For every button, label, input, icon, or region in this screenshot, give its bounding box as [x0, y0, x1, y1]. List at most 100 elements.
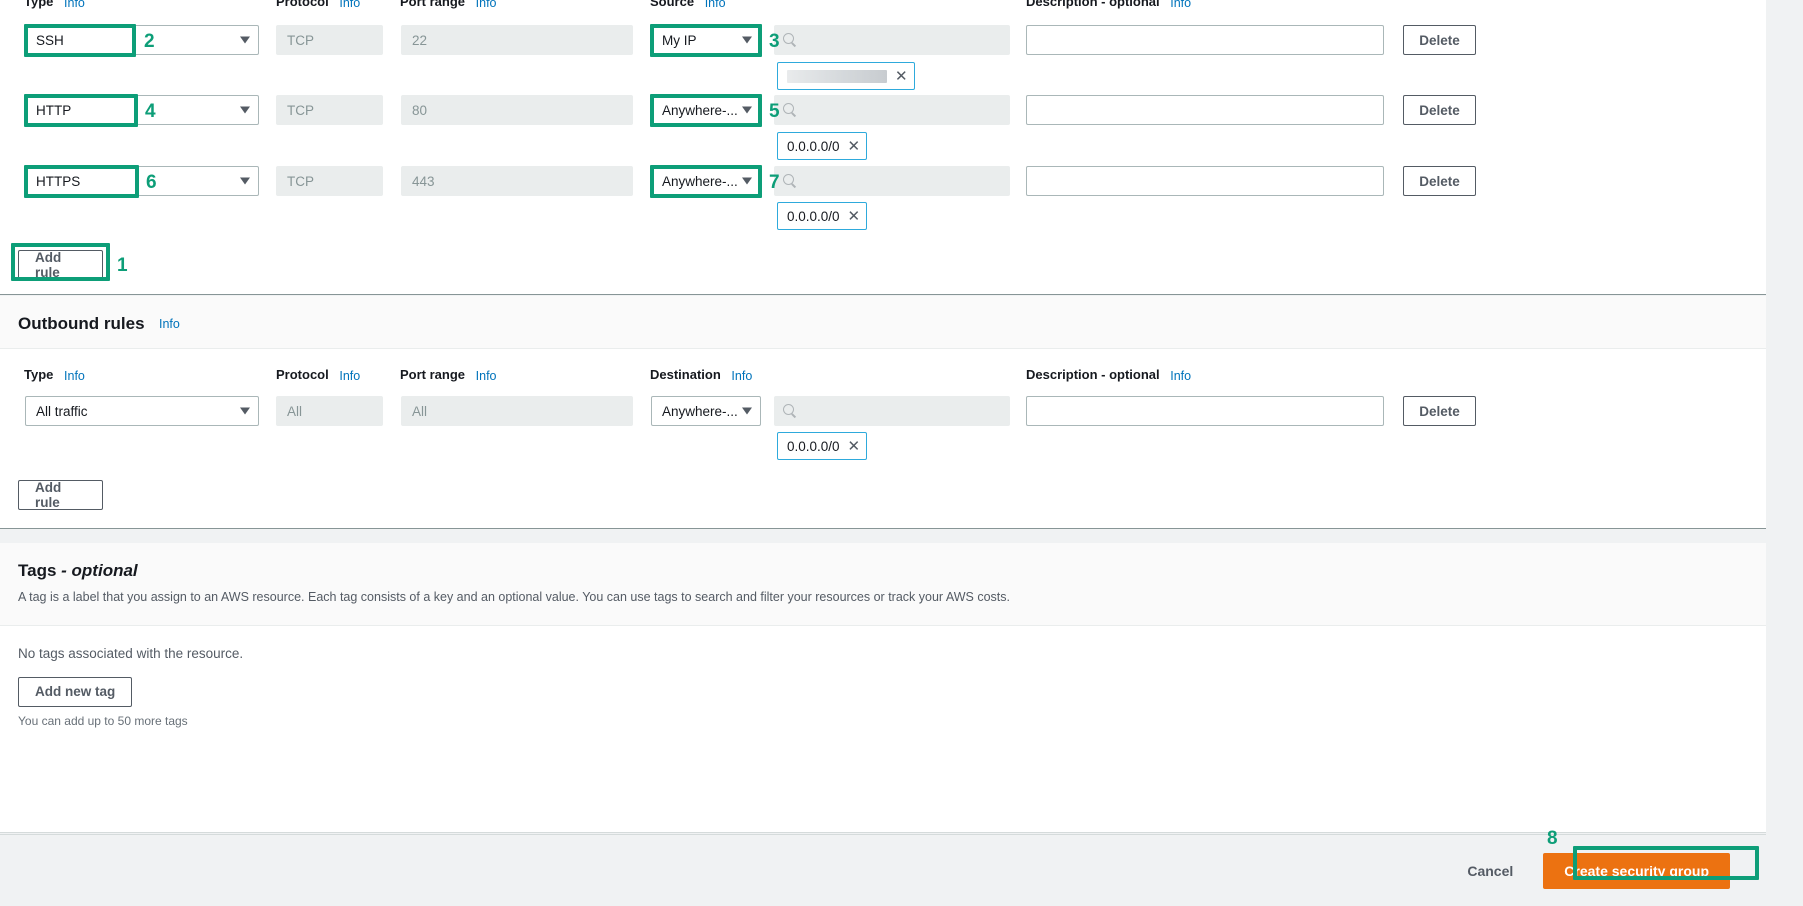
inbound-row-1-chip-value: 0.0.0.0/0: [787, 138, 840, 154]
column-label: Port range: [400, 367, 466, 382]
inbound-row-1-type-value: HTTP: [36, 102, 72, 118]
inbound-row-1-protocol-value: TCP: [287, 102, 314, 118]
column-label: Protocol: [276, 367, 329, 382]
outbound-column-header-description: Description - optional Info: [1026, 367, 1191, 383]
inbound-row-2-source-search[interactable]: [774, 166, 1010, 196]
inbound-add-rule-button[interactable]: Add rule: [18, 250, 103, 280]
info-link[interactable]: Info: [476, 0, 497, 10]
inbound-row-1-source-search[interactable]: [774, 95, 1010, 125]
column-label: Type: [24, 367, 54, 382]
column-label: Description - optional: [1026, 0, 1160, 9]
outbound-row-0-description-input[interactable]: [1026, 396, 1384, 426]
inbound-column-header-type: Type Info: [24, 0, 85, 10]
close-icon[interactable]: ✕: [848, 209, 861, 224]
tags-description: A tag is a label that you assign to an A…: [18, 590, 1010, 604]
inbound-row-0-delete-button[interactable]: Delete: [1403, 25, 1476, 55]
inbound-row-2-source-type-select[interactable]: Anywhere-...: [651, 166, 761, 196]
column-label: Description - optional: [1026, 367, 1160, 382]
inbound-row-1-delete-button[interactable]: Delete: [1403, 95, 1476, 125]
inbound-row-2-source-chip[interactable]: 0.0.0.0/0 ✕: [777, 202, 868, 230]
info-link[interactable]: Info: [64, 0, 85, 10]
redacted-ip-value: [787, 69, 887, 83]
close-icon[interactable]: ✕: [848, 439, 861, 454]
info-link[interactable]: Info: [705, 0, 726, 10]
create-security-group-page: Type Info Protocol Info Port range Info …: [0, 0, 1803, 906]
inbound-row-1-description-input[interactable]: [1026, 95, 1384, 125]
column-label: Protocol: [276, 0, 329, 9]
chevron-down-icon: [742, 36, 752, 44]
outbound-column-header-port-range: Port range Info: [400, 367, 497, 383]
column-label: Type: [24, 0, 54, 9]
delete-label: Delete: [1419, 173, 1460, 189]
inbound-column-header-description: Description - optional Info: [1026, 0, 1191, 10]
outbound-row-0-destination-type-select[interactable]: Anywhere-...: [651, 396, 761, 426]
outbound-column-header-destination: Destination Info: [650, 367, 752, 383]
inbound-row-2-description-input[interactable]: [1026, 166, 1384, 196]
delete-label: Delete: [1419, 102, 1460, 118]
add-rule-label: Add rule: [35, 480, 62, 510]
tags-panel-header: Tags - optional A tag is a label that yo…: [0, 543, 1766, 626]
inbound-row-1-source-chip[interactable]: 0.0.0.0/0 ✕: [777, 132, 868, 160]
inbound-row-1-port-range: 80: [401, 95, 633, 125]
chevron-down-icon: [742, 407, 752, 415]
outbound-row-0-delete-button[interactable]: Delete: [1403, 396, 1476, 426]
outbound-add-rule-button[interactable]: Add rule: [18, 480, 103, 510]
close-icon[interactable]: ✕: [848, 139, 861, 154]
info-link[interactable]: Info: [1170, 369, 1191, 383]
tags-empty-message: No tags associated with the resource.: [18, 645, 244, 661]
inbound-row-2-port-value: 443: [412, 173, 435, 189]
info-link[interactable]: Info: [476, 369, 497, 383]
inbound-row-0-source-type-value: My IP: [662, 32, 697, 48]
tags-title: Tags - optional: [18, 561, 138, 581]
inbound-row-1-source-type-select[interactable]: Anywhere-...: [651, 95, 761, 125]
page-footer: Cancel Create security group: [0, 834, 1766, 906]
info-link[interactable]: Info: [731, 369, 752, 383]
column-label: Source: [650, 0, 695, 9]
chevron-down-icon: [742, 106, 752, 114]
inbound-row-0-source-search[interactable]: [774, 25, 1010, 55]
search-icon: [783, 404, 797, 418]
outbound-row-0-chip-value: 0.0.0.0/0: [787, 438, 840, 454]
chevron-down-icon: [240, 36, 250, 44]
add-new-tag-label: Add new tag: [35, 684, 116, 699]
info-link[interactable]: Info: [159, 317, 180, 331]
inbound-row-2-delete-button[interactable]: Delete: [1403, 166, 1476, 196]
info-link[interactable]: Info: [339, 369, 360, 383]
column-label: Destination: [650, 367, 721, 382]
inbound-row-2-type-select[interactable]: HTTPS: [25, 166, 259, 196]
outbound-row-0-type-select[interactable]: All traffic: [25, 396, 259, 426]
inbound-row-2-type-value: HTTPS: [36, 173, 81, 189]
chevron-down-icon: [240, 177, 250, 185]
search-icon: [783, 174, 797, 188]
chevron-down-icon: [240, 407, 250, 415]
inbound-rules-grid: Type Info Protocol Info Port range Info …: [0, 0, 1766, 295]
inbound-row-0-type-select[interactable]: SSH: [25, 25, 259, 55]
close-icon[interactable]: ✕: [895, 69, 908, 84]
outbound-row-0-protocol-value: All: [287, 403, 303, 419]
info-link[interactable]: Info: [64, 369, 85, 383]
inbound-column-header-port-range: Port range Info: [400, 0, 497, 10]
outbound-column-header-type: Type Info: [24, 367, 85, 383]
outbound-row-0-destination-chip[interactable]: 0.0.0.0/0 ✕: [777, 432, 868, 460]
inbound-rules-panel: Type Info Protocol Info Port range Info …: [0, 0, 1766, 295]
add-new-tag-button[interactable]: Add new tag: [18, 676, 133, 707]
inbound-row-0-source-chip[interactable]: ✕: [777, 62, 915, 90]
outbound-row-0-destination-search[interactable]: [774, 396, 1010, 426]
outbound-row-0-protocol: All: [276, 396, 383, 426]
cancel-button[interactable]: Cancel: [1467, 863, 1513, 879]
outbound-title: Outbound rules: [18, 314, 145, 333]
outbound-row-0-port-value: All: [412, 403, 428, 419]
info-link[interactable]: Info: [339, 0, 360, 10]
inbound-row-1-type-select[interactable]: HTTP: [25, 95, 259, 125]
inbound-row-0-description-input[interactable]: [1026, 25, 1384, 55]
outbound-panel-header: Outbound rules Info: [0, 296, 1766, 349]
delete-label: Delete: [1419, 32, 1460, 48]
create-security-group-button[interactable]: Create security group: [1543, 852, 1730, 889]
inbound-row-0-protocol-value: TCP: [287, 32, 314, 48]
inbound-row-2-port-range: 443: [401, 166, 633, 196]
search-icon: [783, 33, 797, 47]
inbound-row-2-protocol-value: TCP: [287, 173, 314, 189]
info-link[interactable]: Info: [1170, 0, 1191, 10]
tags-body: No tags associated with the resource. Ad…: [0, 626, 1766, 750]
inbound-row-0-source-type-select[interactable]: My IP: [651, 25, 761, 55]
